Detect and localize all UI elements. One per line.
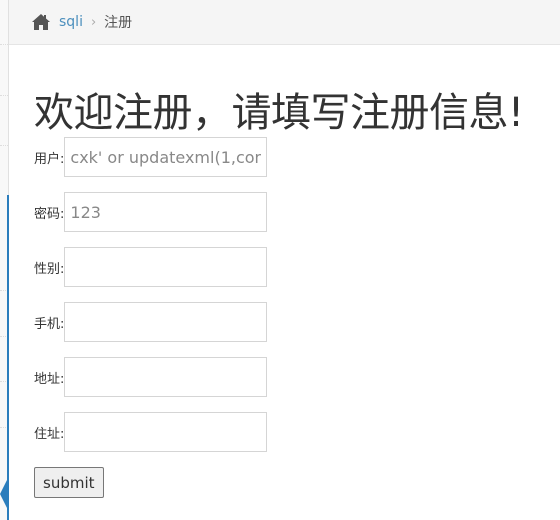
gender-input[interactable] [64,247,268,287]
username-label: 用户: [34,151,65,167]
form-row-username: 用户: [34,137,268,177]
address-input[interactable] [64,357,268,397]
sidebar-collapse-toggle[interactable] [0,478,8,510]
home-icon [32,14,50,30]
form-row-password: 密码: [34,192,268,232]
form-row-residence: 住址: [34,412,268,452]
gender-label: 性别: [34,261,65,277]
phone-input[interactable] [64,302,268,342]
username-input[interactable] [64,137,268,177]
residence-label: 住址: [34,426,65,442]
sidebar-active-indicator [7,195,9,520]
password-label: 密码: [34,206,65,222]
form-row-address: 地址: [34,357,268,397]
sidebar-divider [0,95,8,96]
submit-button[interactable]: submit [34,467,104,498]
phone-label: 手机: [34,316,65,332]
form-row-gender: 性别: [34,247,268,287]
address-label: 地址: [34,371,65,387]
sidebar-divider [0,145,8,146]
breadcrumb-current: 注册 [104,15,133,31]
breadcrumb-home-link[interactable]: sqli [59,14,83,30]
sidebar [0,0,9,520]
residence-input[interactable] [64,412,268,452]
page-title: 欢迎注册，请填写注册信息! [34,90,524,136]
form-row-phone: 手机: [34,302,268,342]
chevron-right-icon: › [90,14,97,30]
breadcrumb: sqli › 注册 [9,0,560,45]
password-input[interactable] [64,192,268,232]
sidebar-divider [0,44,8,45]
